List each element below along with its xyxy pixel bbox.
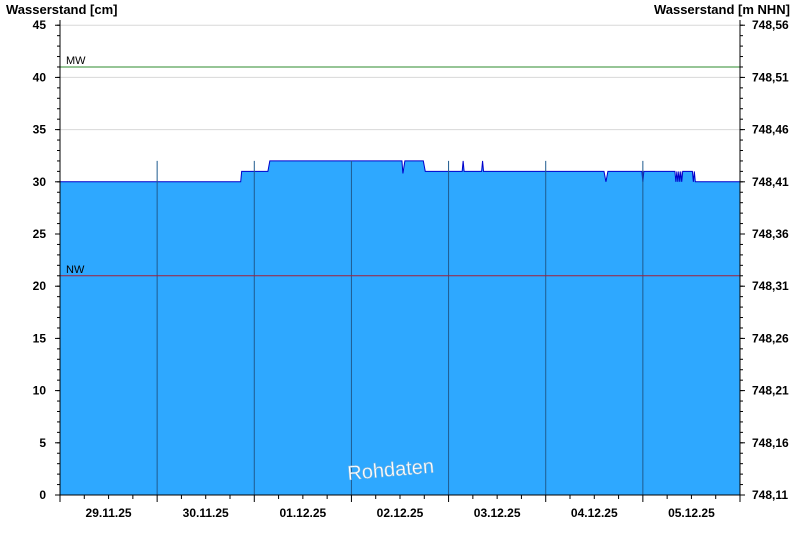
x-tick-label: 04.12.25	[571, 506, 618, 520]
right-tick-label: 748,16	[752, 436, 789, 450]
x-tick-label: 02.12.25	[377, 506, 424, 520]
left-tick-label: 30	[33, 175, 47, 189]
left-tick-label: 25	[33, 227, 47, 241]
x-tick-label: 01.12.25	[279, 506, 326, 520]
left-tick-label: 5	[39, 436, 46, 450]
water-level-chart: MW NW 0 748,11 5 748,16 10 748,21 15 748,26 20 748…	[33, 18, 789, 520]
x-tick-label: 29.11.25	[86, 506, 132, 520]
water-level-area	[60, 160, 740, 495]
right-tick-label: 748,56	[752, 18, 789, 32]
right-tick-label: 748,21	[752, 384, 789, 398]
right-tick-label: 748,26	[752, 331, 789, 345]
data-area	[60, 160, 740, 495]
x-tick-label: 03.12.25	[474, 506, 521, 520]
right-tick-label: 748,41	[752, 175, 789, 189]
left-tick-label: 40	[33, 70, 47, 84]
right-tick-label: 748,11	[752, 488, 788, 502]
right-tick-label: 748,46	[752, 123, 789, 137]
left-tick-label: 35	[33, 123, 47, 137]
left-tick-label: 15	[33, 331, 47, 345]
x-tick-label: 05.12.25	[668, 506, 715, 520]
x-tick-label: 30.11.25	[183, 506, 229, 520]
reference-label-mw: MW	[66, 55, 86, 67]
left-tick-label: 0	[39, 488, 46, 502]
left-tick-label: 10	[33, 384, 47, 398]
right-tick-label: 748,36	[752, 227, 789, 241]
left-tick-label: 20	[33, 279, 47, 293]
right-tick-label: 748,31	[752, 279, 789, 293]
reference-label-nw: NW	[66, 264, 85, 276]
left-tick-label: 45	[33, 18, 47, 32]
right-tick-label: 748,51	[752, 70, 789, 84]
